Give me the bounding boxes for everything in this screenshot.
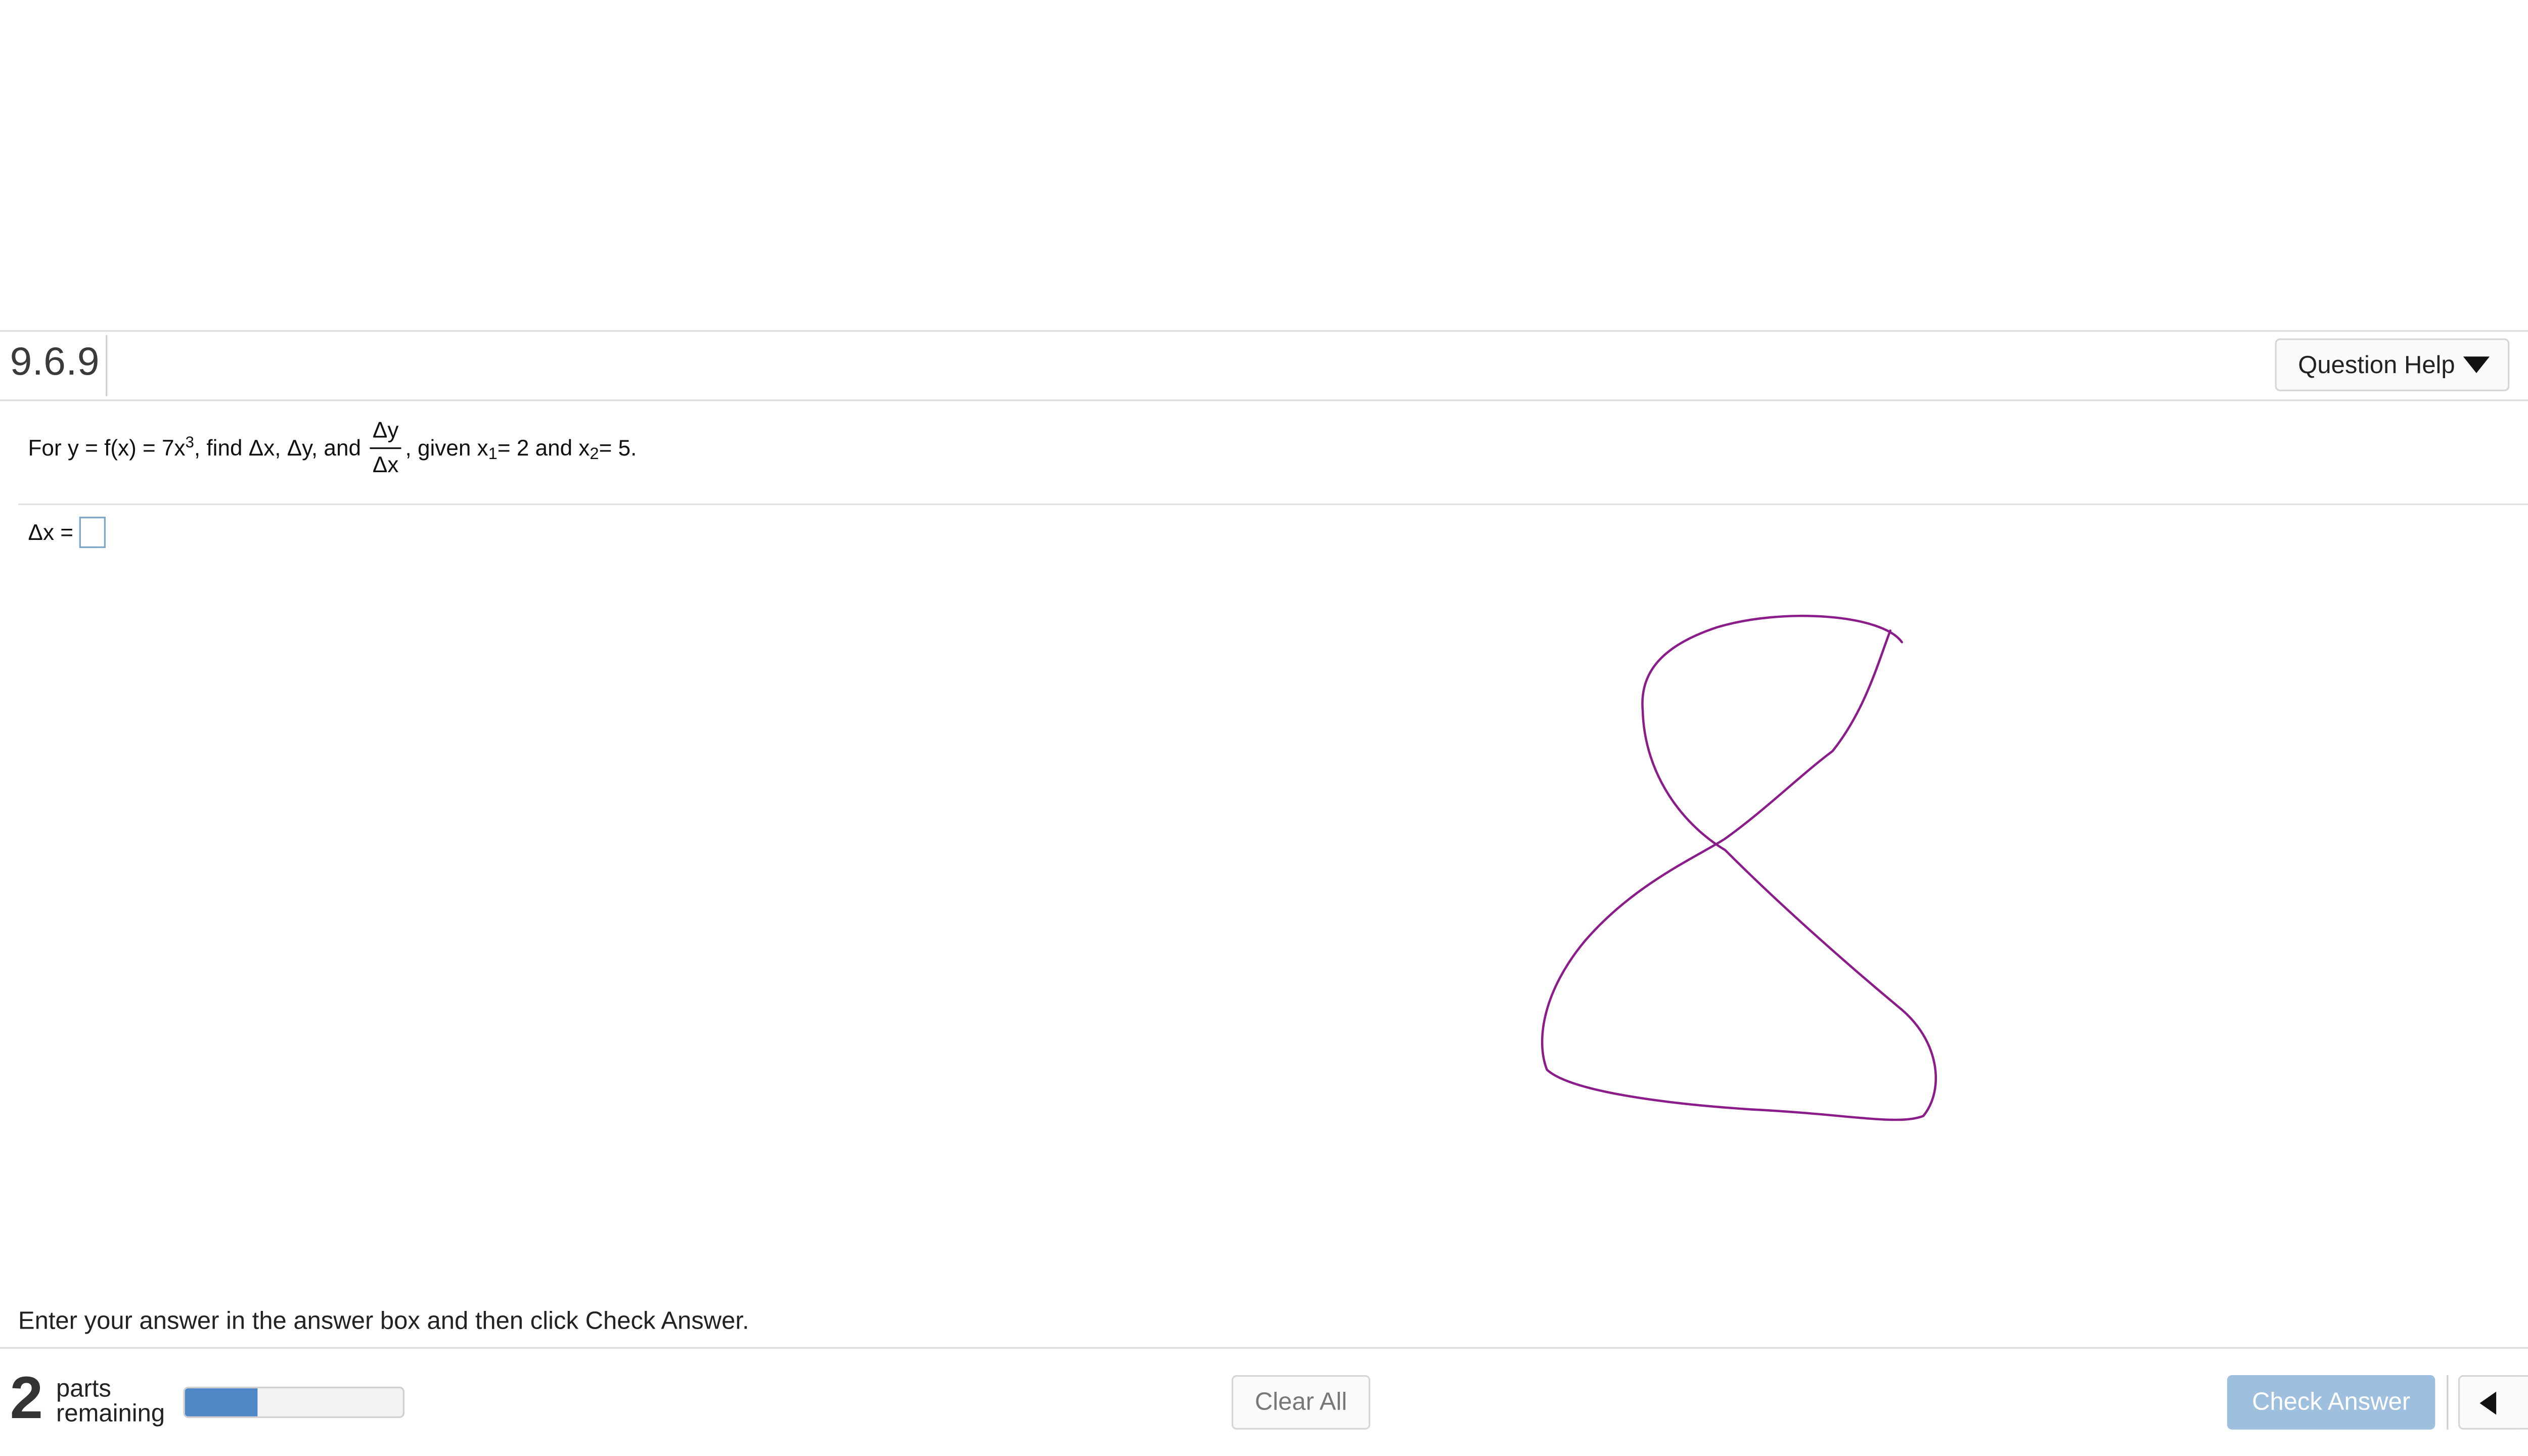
answer-label: Δx = (28, 520, 73, 545)
problem-find-text: , find Δx, Δy, and (194, 435, 362, 460)
previous-question-button[interactable] (2458, 1375, 2518, 1430)
parts-remaining-count: 2 (10, 1363, 43, 1432)
problem-given-text: , given x (405, 435, 488, 460)
check-answer-button[interactable]: Check Answer (2227, 1375, 2435, 1430)
fraction-numerator: Δy (369, 419, 402, 448)
x1-value-text: = 2 and x (497, 435, 590, 460)
parts-label-line2: remaining (56, 1399, 165, 1428)
question-help-label: Question Help (2298, 350, 2455, 379)
problem-intro: For y = f(x) = 7x (28, 435, 186, 460)
problem-divider (18, 503, 2528, 506)
previous-arrow-icon (2479, 1391, 2497, 1414)
instruction-text: Enter your answer in the answer box and … (18, 1307, 749, 1336)
answer-row: Δx = (28, 517, 107, 549)
parts-label-line1: parts (56, 1375, 111, 1403)
progress-bar (183, 1386, 404, 1418)
problem-exponent: 3 (185, 433, 194, 452)
dropdown-triangle-icon (2463, 356, 2490, 373)
header-bottom-border (0, 399, 2528, 401)
question-help-button[interactable]: Question Help (2275, 338, 2510, 391)
footer-top-border (0, 1347, 2528, 1349)
parts-remaining-label: parts remaining (56, 1377, 165, 1426)
delta-fraction: Δy Δx (369, 419, 402, 475)
nav-divider (2447, 1375, 2449, 1430)
fraction-denominator: Δx (372, 451, 399, 477)
freehand-stroke (1541, 614, 1937, 1121)
header-divider (105, 335, 108, 396)
clear-all-button[interactable]: Clear All (1231, 1375, 1371, 1430)
freehand-drawing (1541, 614, 1937, 1121)
answer-input[interactable] (80, 517, 107, 549)
x1-subscript: 1 (488, 444, 498, 463)
x2-value-text: = 5. (599, 435, 637, 460)
x2-subscript: 2 (590, 444, 599, 463)
problem-statement: For y = f(x) = 7x 3, find Δx, Δy, and Δy … (28, 419, 637, 475)
question-number: 9.6.9 (10, 340, 100, 385)
progress-fill (185, 1388, 257, 1417)
next-question-button[interactable] (2516, 1375, 2528, 1430)
header-top-border (0, 330, 2528, 332)
